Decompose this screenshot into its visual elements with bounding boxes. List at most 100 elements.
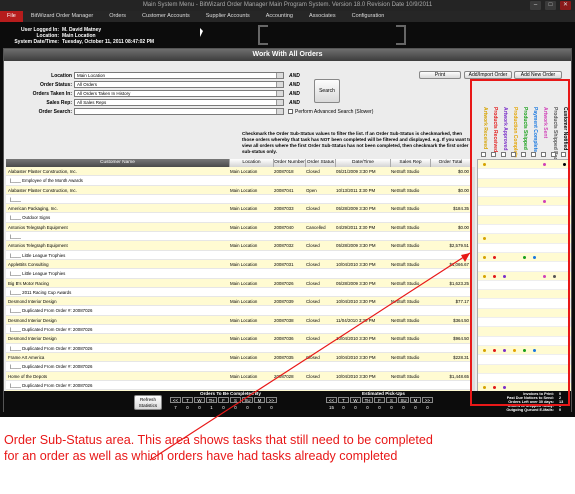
cell-datetime: 04/29/2011 3:30 PM bbox=[336, 224, 376, 230]
day-cell[interactable]: SU bbox=[242, 397, 253, 403]
cell-number: 20087039 bbox=[274, 299, 294, 305]
column-order-total[interactable]: Order Total bbox=[431, 159, 471, 167]
menu-file[interactable]: File bbox=[0, 11, 23, 22]
menu-bar: File BitWizard Order Manager Orders Cust… bbox=[0, 11, 575, 22]
table-row[interactable]: Alabaster Plaster Construction, Inc. Main… bbox=[6, 185, 471, 195]
day-cell[interactable]: W bbox=[350, 397, 361, 403]
day-cell[interactable]: S bbox=[230, 397, 241, 403]
day-cell[interactable]: >> bbox=[266, 397, 277, 403]
column-location[interactable]: Location bbox=[230, 159, 274, 167]
order-description-text: Duplicated From Order #: 20087026 bbox=[22, 382, 93, 388]
order-search-input[interactable] bbox=[74, 108, 284, 115]
table-row[interactable]: AppleBits Consulting Main Location 2008703… bbox=[6, 259, 471, 270]
table-row[interactable]: Big B's Motor Racing Main Location 2008702… bbox=[6, 278, 471, 288]
day-cell[interactable]: T bbox=[182, 397, 193, 403]
day-cell[interactable]: << bbox=[170, 397, 181, 403]
column-customer-name[interactable]: Customer Name bbox=[6, 159, 230, 167]
cell-customer: Antonios Telegraph Equipment bbox=[8, 243, 68, 249]
order-status-select[interactable]: All Orders bbox=[74, 81, 284, 88]
cell-customer: AppleBits Consulting bbox=[8, 261, 49, 267]
order-description: |____ 2011 Racing Cup Awards bbox=[10, 288, 71, 297]
day-cell[interactable]: F bbox=[374, 397, 385, 403]
maximize-icon[interactable]: □ bbox=[545, 1, 556, 10]
cell-location: Main Location bbox=[230, 169, 258, 174]
add-new-order-button[interactable]: Add New Order bbox=[514, 71, 562, 79]
cell-number: 20087018 bbox=[274, 169, 294, 174]
day-cell[interactable]: T bbox=[338, 397, 349, 403]
table-row[interactable]: Desmond Interior Design Main Location 2008… bbox=[6, 297, 471, 307]
table-subrow: |____ Employee of the Month Awards bbox=[6, 176, 471, 186]
close-icon[interactable]: ✕ bbox=[560, 1, 571, 10]
cell-datetime: 05/28/2009 3:30 PM bbox=[336, 280, 376, 286]
table-row[interactable]: Frame Art America Main Location 20087035 Cl… bbox=[6, 352, 471, 363]
table-subrow: |____ Duplicated From Order #: 20087026 bbox=[6, 362, 471, 372]
cell-total: $228.31 bbox=[453, 354, 469, 360]
add-import-order-button[interactable]: Add/Import Order bbox=[464, 71, 512, 79]
order-search-label: Order Search: bbox=[38, 109, 72, 115]
order-description: |____ Duplicated From Order #: 20087026 bbox=[10, 344, 92, 353]
day-cell[interactable]: W bbox=[194, 397, 205, 403]
cell-total: $0.00 bbox=[458, 224, 469, 230]
day-cell[interactable]: >> bbox=[422, 397, 433, 403]
day-count: 0 bbox=[258, 405, 261, 410]
advanced-search-label: Perform Advanced Search (Slower) bbox=[295, 109, 374, 115]
refresh-statistics-button[interactable]: Refresh Statistics bbox=[134, 395, 162, 410]
table-row[interactable]: Desmond Interior Design Main Location 2008… bbox=[6, 334, 471, 344]
advanced-search-checkbox[interactable] bbox=[288, 109, 293, 114]
cell-location: Main Location bbox=[230, 354, 258, 360]
cell-status: Open bbox=[306, 187, 317, 193]
cell-status: Cancelled bbox=[306, 224, 326, 230]
column-date-time[interactable]: Date/Time bbox=[336, 159, 391, 167]
menu-orders[interactable]: Orders bbox=[101, 11, 134, 22]
menu-accounting[interactable]: Accounting bbox=[258, 11, 301, 22]
minimize-icon[interactable]: – bbox=[530, 1, 541, 10]
sales-rep-select[interactable]: All Sales Reps bbox=[74, 99, 284, 106]
location-filter-select[interactable]: Main Location bbox=[74, 72, 284, 79]
column-order-status[interactable]: Order Status bbox=[306, 159, 336, 167]
cell-total: $184.35 bbox=[453, 206, 469, 212]
day-cell[interactable]: SU bbox=[398, 397, 409, 403]
print-button[interactable]: Print bbox=[419, 71, 461, 79]
day-cell[interactable]: TH bbox=[362, 397, 373, 403]
caption: Order Sub-Status area. This area shows t… bbox=[4, 432, 569, 464]
table-subrow: |____ bbox=[6, 194, 471, 205]
order-description: |____ Duplicated From Order #: 20087026 bbox=[10, 381, 92, 390]
table-subrow: |____ Little League Trophies bbox=[6, 269, 471, 279]
day-cell[interactable]: << bbox=[326, 397, 337, 403]
menu-configuration[interactable]: Configuration bbox=[344, 11, 393, 22]
menu-associates[interactable]: Associates bbox=[301, 11, 344, 22]
table-row[interactable]: Home of the Depots Main Location 20087028 C… bbox=[6, 371, 471, 381]
table-row[interactable]: Antonios Telegraph Equipment Main Locatio… bbox=[6, 222, 471, 233]
day-cell[interactable]: S bbox=[386, 397, 397, 403]
column-order-number[interactable]: Order Number bbox=[274, 159, 306, 167]
cell-rep: NetSoft Studio bbox=[391, 317, 420, 323]
menu-supplier-accounts[interactable]: Supplier Accounts bbox=[198, 11, 258, 22]
cell-status: Closed bbox=[306, 336, 320, 342]
day-count: 0 bbox=[426, 405, 429, 410]
cell-total: $1,448.65 bbox=[449, 373, 469, 379]
day-cell[interactable]: F bbox=[218, 397, 229, 403]
day-count: 15 bbox=[329, 405, 334, 410]
day-count: 0 bbox=[366, 405, 369, 410]
order-description-text: Little League Trophies bbox=[22, 252, 66, 258]
table-row[interactable]: Desmond Interior Design Main Location 2008… bbox=[6, 315, 471, 326]
day-count: 0 bbox=[246, 405, 249, 410]
table-row[interactable]: American Packaging, Inc. Main Location 200… bbox=[6, 204, 471, 214]
table-row[interactable]: Antonios Telegraph Equipment Main Locatio… bbox=[6, 241, 471, 251]
cell-rep: NetSoft Studio bbox=[391, 224, 420, 230]
sub-status-instructions: Checkmark the Order Sub-Status values to… bbox=[242, 131, 472, 154]
day-cell[interactable]: M bbox=[254, 397, 265, 403]
order-description-text: Employee of the Month Awards bbox=[22, 178, 83, 184]
orders-taken-select[interactable]: All Orders Taken In History bbox=[74, 90, 284, 97]
menu-customer-accounts[interactable]: Customer Accounts bbox=[134, 11, 198, 22]
day-cell[interactable]: TH bbox=[206, 397, 217, 403]
table-row[interactable]: Alabaster Plaster Construction, Inc. Main… bbox=[6, 167, 471, 177]
day-cell[interactable]: M bbox=[410, 397, 421, 403]
menu-order-manager[interactable]: BitWizard Order Manager bbox=[23, 11, 101, 22]
cell-total: $1,066.67 bbox=[449, 261, 469, 267]
cell-status: Closed bbox=[306, 169, 320, 174]
table-subrow: |____ Little League Trophies bbox=[6, 250, 471, 260]
column-sales-rep[interactable]: Sales Rep bbox=[391, 159, 431, 167]
mouse-cursor-icon bbox=[200, 28, 203, 37]
search-button[interactable]: Search bbox=[314, 79, 340, 103]
